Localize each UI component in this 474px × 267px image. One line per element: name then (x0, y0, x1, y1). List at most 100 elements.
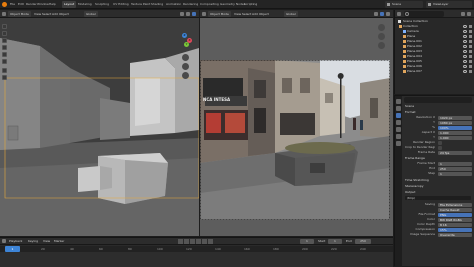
outliner-editor-icon[interactable] (397, 12, 401, 16)
tab-uv-editing[interactable]: UV Editing (111, 1, 131, 8)
camera-view-icon[interactable] (182, 72, 189, 79)
menu-render[interactable]: Render (26, 0, 37, 9)
gizmo-y-axis-icon[interactable]: Y (184, 42, 189, 47)
end-frame-field[interactable]: 250 (355, 239, 371, 244)
left-menu-view[interactable]: View (34, 10, 41, 18)
section-time-stretching[interactable]: Time Stretching (405, 178, 429, 183)
navigation-gizmo[interactable]: X Y Z (176, 32, 194, 50)
right-menu-add[interactable]: Add (252, 10, 258, 18)
scene-tab-icon[interactable] (396, 127, 401, 132)
render-camera-icon[interactable] (469, 60, 472, 63)
left-3d-viewport[interactable]: X Y Z (0, 18, 199, 236)
right-menu-select[interactable]: Select (242, 10, 251, 18)
visibility-eye-icon[interactable] (463, 50, 467, 53)
next-keyframe-icon[interactable] (202, 239, 207, 244)
property-field[interactable]: 250 (438, 166, 472, 171)
output-tab-icon[interactable] (396, 113, 401, 118)
menu-window[interactable]: Window (37, 0, 49, 9)
visibility-eye-icon[interactable] (463, 65, 467, 68)
visibility-eye-icon[interactable] (463, 35, 467, 38)
property-field[interactable] (438, 140, 442, 145)
pan-hand-icon[interactable] (378, 33, 385, 40)
solid-shading-icon[interactable] (192, 12, 196, 16)
render-camera-icon[interactable] (469, 40, 472, 43)
property-field[interactable]: PNG (438, 212, 472, 217)
tab-layout[interactable]: Layout (62, 1, 77, 8)
visibility-eye-icon[interactable] (463, 45, 467, 48)
start-frame-field[interactable]: 1 (328, 239, 342, 244)
editor-type-icon[interactable] (202, 12, 206, 16)
property-field[interactable]: BW RGB RGBA (438, 217, 472, 222)
play-icon[interactable] (196, 239, 201, 244)
right-menu-view[interactable]: View (234, 10, 241, 18)
rotate-tool-button[interactable] (2, 45, 7, 50)
visibility-eye-icon[interactable] (463, 30, 467, 33)
annotate-tool-button[interactable] (2, 68, 7, 73)
jump-end-icon[interactable] (208, 239, 213, 244)
overlay-icon[interactable] (374, 12, 378, 16)
timeline-track-area[interactable] (0, 252, 393, 267)
visibility-eye-icon[interactable] (463, 25, 467, 28)
view-layer-selector[interactable]: ViewLayer (426, 1, 472, 8)
property-field[interactable] (438, 145, 442, 150)
filter-icon[interactable] (461, 12, 465, 16)
property-field[interactable]: 1 (438, 161, 472, 166)
render-camera-icon[interactable] (469, 65, 472, 68)
scene-selector[interactable]: Scene (385, 1, 423, 8)
blender-logo-icon[interactable] (2, 2, 7, 7)
gizmo-z-axis-icon[interactable]: Z (182, 33, 187, 38)
property-field[interactable]: 100% (438, 125, 472, 130)
menu-edit[interactable]: Edit (18, 0, 24, 9)
play-reverse-icon[interactable] (190, 239, 195, 244)
tab-modeling[interactable]: Modeling (76, 1, 94, 8)
section-stereoscopy[interactable]: Stereoscopy (405, 184, 424, 189)
left-menu-object[interactable]: Object (59, 10, 69, 18)
property-field[interactable]: 1920 px (438, 115, 472, 120)
prev-keyframe-icon[interactable] (184, 239, 189, 244)
property-field[interactable]: 1 (438, 171, 472, 176)
property-field[interactable]: 24 fps (438, 150, 472, 155)
right-menu-object[interactable]: Object (259, 10, 269, 18)
overlay-icon[interactable] (186, 12, 190, 16)
zoom-icon[interactable] (378, 24, 385, 31)
menu-file[interactable]: File (10, 0, 15, 9)
editor-type-icon[interactable] (2, 12, 6, 16)
viewport-shading-icon[interactable] (180, 12, 184, 16)
left-menu-select[interactable]: Select (42, 10, 51, 18)
render-tab-icon[interactable] (396, 106, 401, 111)
property-field[interactable]: 1080 px (438, 120, 472, 125)
visibility-eye-icon[interactable] (463, 40, 467, 43)
right-mode-dropdown[interactable]: Object Mode (208, 11, 231, 17)
visibility-eye-icon[interactable] (463, 70, 467, 73)
render-camera-icon[interactable] (469, 50, 472, 53)
section-output[interactable]: Output (405, 190, 415, 195)
timeline-menu-marker[interactable]: Marker (54, 238, 64, 245)
timeline-menu-keying[interactable]: Keying (28, 238, 38, 245)
new-collection-icon[interactable] (467, 12, 471, 16)
property-field[interactable]: 1.000 (438, 130, 472, 135)
timeline-menu-playback[interactable]: Playback (9, 238, 22, 245)
property-field[interactable]: Cache Result (438, 207, 472, 212)
zoom-icon[interactable] (182, 54, 189, 61)
world-tab-icon[interactable] (396, 134, 401, 139)
right-orientation-dropdown[interactable]: Global (284, 11, 298, 17)
timeline-menu-view[interactable]: View (43, 238, 50, 245)
render-camera-icon[interactable] (469, 45, 472, 48)
tab-shading[interactable]: Shading (149, 1, 165, 8)
pan-hand-icon[interactable] (182, 63, 189, 70)
timeline-editor-icon[interactable] (2, 239, 6, 243)
render-camera-icon[interactable] (469, 70, 472, 73)
render-camera-icon[interactable] (469, 35, 472, 38)
left-mode-dropdown[interactable]: Object Mode (8, 11, 31, 17)
render-camera-icon[interactable] (469, 30, 472, 33)
property-field[interactable]: File Extensions (438, 202, 472, 207)
outliner-item[interactable]: Plane.007 (395, 69, 474, 74)
render-camera-icon[interactable] (469, 55, 472, 58)
current-frame-field[interactable]: 1 (300, 239, 314, 244)
menu-help[interactable]: Help (49, 0, 56, 9)
tool-tab-icon[interactable] (396, 99, 401, 104)
tab-sculpting[interactable]: Sculpting (93, 1, 111, 8)
view-layer-tab-icon[interactable] (396, 120, 401, 125)
measure-tool-button[interactable] (2, 75, 7, 80)
cursor-tool-button[interactable] (2, 31, 7, 36)
